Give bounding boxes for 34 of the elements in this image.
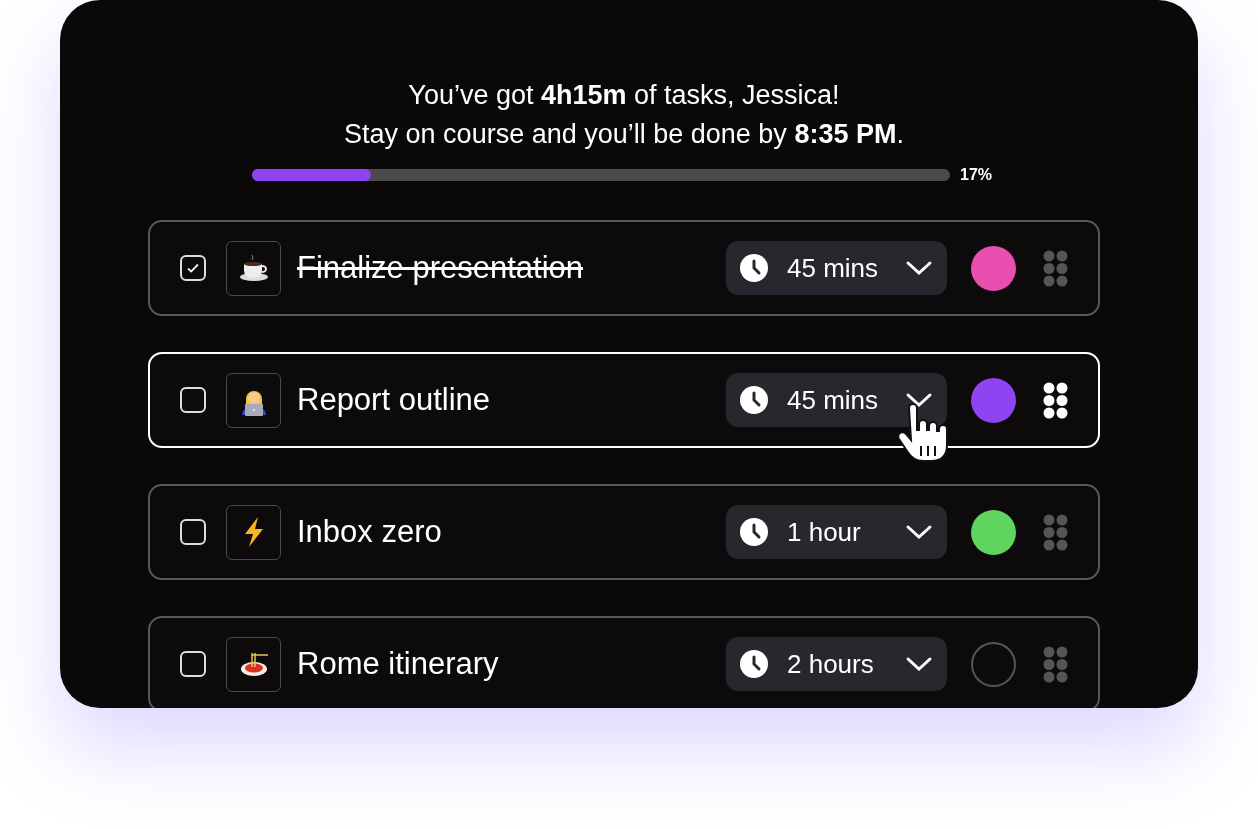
checkbox[interactable] <box>180 651 206 677</box>
color-dot[interactable] <box>971 245 1016 291</box>
checkbox[interactable] <box>180 387 206 413</box>
duration-dropdown[interactable]: 45 mins <box>726 373 947 427</box>
drag-handle-icon[interactable] <box>1043 645 1068 683</box>
task-title: Finalize presentation <box>297 250 585 286</box>
clock-icon <box>740 650 768 678</box>
duration-dropdown[interactable]: 1 hour <box>726 505 947 559</box>
task-title: Rome itinerary <box>297 646 500 682</box>
color-dot[interactable] <box>971 641 1016 687</box>
color-dot[interactable] <box>971 509 1016 555</box>
summary-text: Stay on course and you’ll be done by 8:35 PM. <box>344 119 904 150</box>
drag-handle-icon[interactable] <box>1043 513 1068 551</box>
task-row[interactable]: Inbox zero 1 hour <box>148 484 1100 580</box>
chevron-down-icon <box>905 391 933 409</box>
progress-percent: 17% <box>960 166 993 184</box>
checkbox[interactable] <box>180 255 206 281</box>
clock-icon <box>740 518 768 546</box>
task-row[interactable]: Finalize presentation 45 mins <box>148 220 1100 316</box>
chevron-down-icon <box>905 523 933 541</box>
task-title: Inbox zero <box>297 514 443 550</box>
chevron-down-icon <box>905 259 933 277</box>
duration-dropdown[interactable]: 45 mins <box>726 241 947 295</box>
task-title: Report outline <box>297 382 491 418</box>
checkbox[interactable] <box>180 519 206 545</box>
color-dot[interactable] <box>971 377 1016 423</box>
drag-handle-icon[interactable] <box>1043 381 1068 419</box>
summary-text: You’ve got 4h15m of tasks, Jessica! <box>408 80 840 111</box>
task-row[interactable]: Rome itinerary 2 hours <box>148 616 1100 708</box>
chevron-down-icon <box>905 655 933 673</box>
clock-icon <box>740 386 768 414</box>
drag-handle-icon[interactable] <box>1043 249 1068 287</box>
duration-dropdown[interactable]: 2 hours <box>726 637 947 691</box>
clock-icon <box>740 254 768 282</box>
